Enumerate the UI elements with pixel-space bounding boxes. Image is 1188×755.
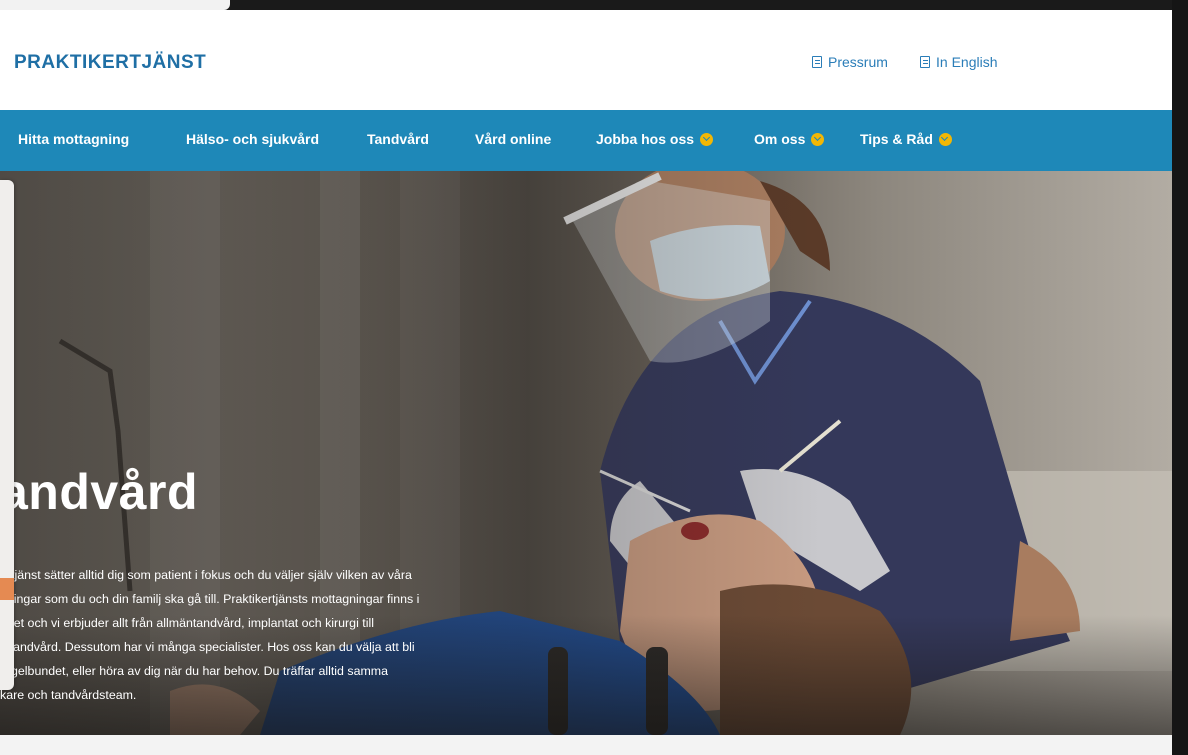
nav-item-label: Hälso- och sjukvård (186, 131, 320, 147)
hero-title: andvård (0, 464, 199, 520)
browser-right-edge (1172, 0, 1188, 755)
page-content-start (0, 735, 1172, 755)
nav-item-label: Tips & Råd (860, 131, 933, 147)
pressroom-link[interactable]: Pressrum (812, 54, 888, 70)
nav-item-label: Om oss (754, 131, 806, 147)
chevron-down-icon (811, 132, 825, 146)
web-page: PRAKTIKERTJÄNST Pressrum In English Hitt… (0, 10, 1172, 755)
nav-item-label: Tandvård (367, 131, 429, 147)
nav-item-tips-och-rad[interactable]: Tips & Råd (860, 131, 952, 147)
nav-item-om-oss[interactable]: Om oss (754, 131, 825, 147)
hero-description: ertjänst sätter alltid dig som patient i… (0, 563, 580, 707)
pressroom-label: Pressrum (828, 54, 888, 70)
site-header: PRAKTIKERTJÄNST Pressrum In English (0, 10, 1172, 110)
main-navigation: Hitta mottagning Hälso- och sjukvård Tan… (0, 110, 1172, 171)
hero-text-line: kare och tandvårdsteam. (0, 688, 137, 702)
side-panel-accent (0, 578, 14, 600)
document-icon (920, 56, 930, 68)
nav-item-jobba-hos-oss[interactable]: Jobba hos oss (596, 131, 714, 147)
nav-item-tandvard[interactable]: Tandvård (367, 131, 429, 147)
site-logo[interactable]: PRAKTIKERTJÄNST (14, 52, 206, 74)
in-english-label: In English (936, 54, 998, 70)
document-icon (812, 56, 822, 68)
hero-text-line: gningar som du och din familj ska gå til… (0, 592, 420, 606)
nav-item-label: Jobba hos oss (596, 131, 695, 147)
hero-text-line: k tandvård. Dessutom har vi många specia… (0, 640, 415, 654)
hero-banner: andvård ertjänst sätter alltid dig som p… (0, 171, 1172, 735)
side-panel-edge[interactable] (0, 180, 14, 690)
popup-top-edge (0, 0, 230, 10)
nav-item-label: Vård online (475, 131, 552, 147)
hero-text-line: regelbundet, eller höra av dig när du ha… (0, 664, 388, 678)
hero-text-line: ertjänst sätter alltid dig som patient i… (0, 568, 412, 582)
nav-item-halso-och-sjukvard[interactable]: Hälso- och sjukvård (186, 131, 319, 147)
nav-item-hitta-mottagning[interactable]: Hitta mottagning (18, 131, 129, 147)
nav-item-vard-online[interactable]: Vård online (475, 131, 551, 147)
in-english-link[interactable]: In English (920, 54, 997, 70)
chevron-down-icon (938, 132, 952, 146)
nav-item-label: Hitta mottagning (18, 131, 130, 147)
hero-text-line: ndet och vi erbjuder allt från allmäntan… (0, 616, 374, 630)
chevron-down-icon (700, 132, 714, 146)
